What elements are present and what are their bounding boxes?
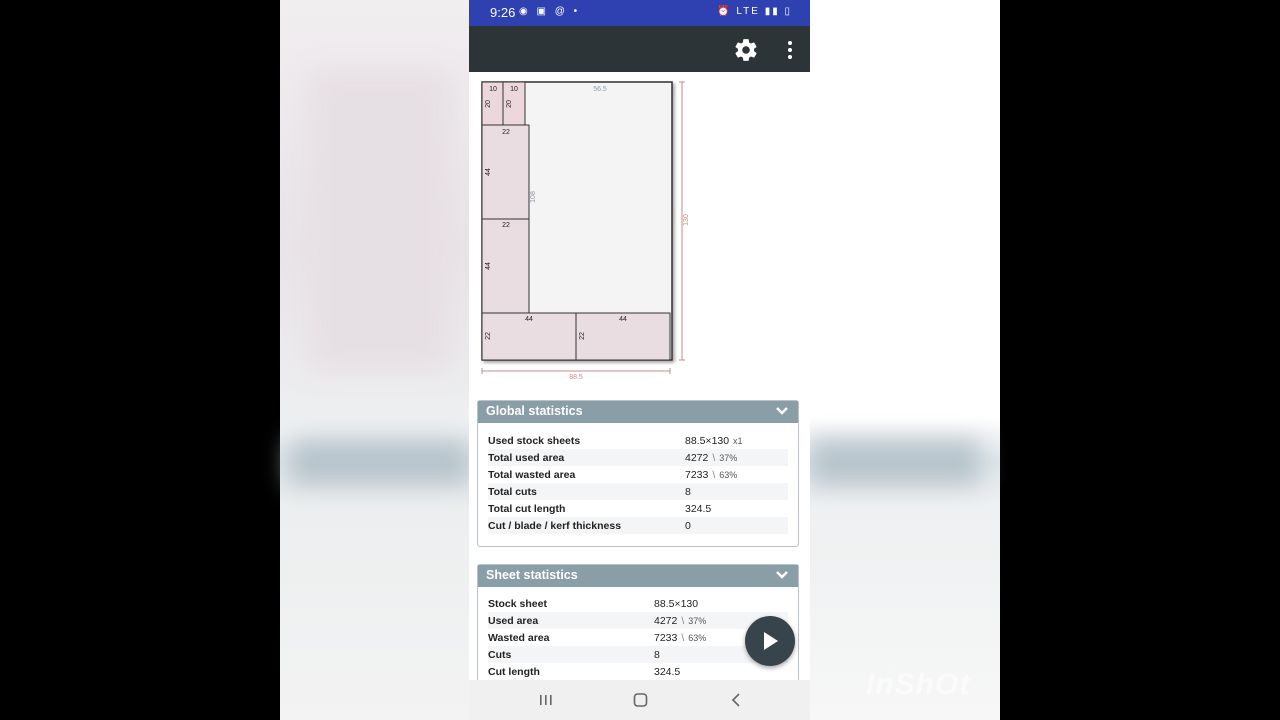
video-frame: 9:26 ◉ ▣ @ • ⏰ LTE ▮▮ ▯ 10 20 10 20 22 4… <box>0 0 1280 720</box>
stat-label: Used stock sheets <box>488 435 581 447</box>
stat-label: Wasted area <box>488 632 550 644</box>
stat-percent: 63% <box>688 633 707 643</box>
global-statistics-header[interactable]: Global statistics <box>478 401 798 423</box>
stat-value: 324.5 <box>654 666 681 678</box>
piece-2-height: 20 <box>506 100 513 108</box>
piece-4-height: 44 <box>485 262 492 270</box>
sheet-height-label: 130 <box>683 214 690 226</box>
global-statistics-title: Global statistics <box>486 404 583 418</box>
stat-value-text: 4272 <box>685 452 709 464</box>
recent-apps-icon[interactable] <box>538 690 554 710</box>
stat-row-cut-length: Cut length 324.5 <box>488 663 788 680</box>
chevron-down-icon[interactable] <box>775 405 789 417</box>
stat-row-total-wasted-area: Total wasted area 7233 \ 63% <box>488 466 788 483</box>
stat-value-text: 88.5×130 <box>685 435 730 447</box>
back-icon[interactable] <box>729 690 743 710</box>
stat-row-cuts: Cuts 8 <box>488 646 788 663</box>
stat-value: 0 <box>685 520 691 532</box>
status-bar: 9:26 ◉ ▣ @ • ⏰ LTE ▮▮ ▯ <box>469 0 810 26</box>
home-icon[interactable] <box>632 690 650 710</box>
stat-percent: 37% <box>688 616 707 626</box>
sheet-statistics-header[interactable]: Sheet statistics <box>478 565 798 587</box>
blurred-background-left <box>280 0 470 720</box>
stat-value: 88.5×130 <box>654 598 699 610</box>
piece-5-height: 22 <box>485 332 492 340</box>
waste-height-label: 108 <box>530 191 537 203</box>
stat-label: Total wasted area <box>488 469 576 481</box>
stat-separator: \ <box>681 632 685 644</box>
piece-2-width: 10 <box>510 86 518 93</box>
stat-row-stock-sheet: Stock sheet 88.5×130 <box>488 595 788 612</box>
piece-5-width: 44 <box>525 316 533 323</box>
piece-6-height: 22 <box>579 332 586 340</box>
stat-label: Stock sheet <box>488 598 547 610</box>
piece-6-width: 44 <box>619 316 627 323</box>
stat-value-text: 4272 <box>654 615 678 627</box>
piece-1-height: 20 <box>485 100 492 108</box>
stat-value-text: 7233 <box>685 469 709 481</box>
piece-3-width: 22 <box>502 129 510 136</box>
sheet-width-label: 88.5 <box>569 374 583 381</box>
gear-icon[interactable] <box>733 37 759 63</box>
stat-value: 8 <box>685 486 691 498</box>
stat-label: Total cuts <box>488 486 537 498</box>
inshot-watermark: InShOt <box>866 668 971 701</box>
piece-3-height: 44 <box>485 168 492 176</box>
stat-extra: x1 <box>733 436 743 446</box>
stat-label: Cuts <box>488 649 512 661</box>
sheet-statistics-title: Sheet statistics <box>486 568 578 582</box>
piece-4-width: 22 <box>502 222 510 229</box>
stat-value: 8 <box>654 649 660 661</box>
stat-row-used-area: Used area 4272 \ 37% <box>488 612 788 629</box>
stat-value: 324.5 <box>685 503 712 515</box>
network-type: LTE <box>736 6 760 17</box>
stat-percent: 37% <box>719 453 738 463</box>
stat-value: 7233 \ 63% <box>654 632 706 644</box>
stat-value: 7233 \ 63% <box>685 469 737 481</box>
more-vert-icon[interactable] <box>782 39 798 61</box>
stat-row-total-cuts: Total cuts 8 <box>488 483 788 500</box>
stat-row-total-used-area: Total used area 4272 \ 37% <box>488 449 788 466</box>
stat-separator: \ <box>712 452 716 464</box>
cutting-layout-diagram: 10 20 10 20 22 44 22 44 44 22 44 22 56.5… <box>481 81 690 381</box>
play-button[interactable] <box>745 616 795 666</box>
stat-percent: 63% <box>719 470 738 480</box>
stat-row-used-stock-sheets: Used stock sheets 88.5×130 x1 <box>488 432 788 449</box>
stat-row-kerf-thickness: Cut / blade / kerf thickness 0 <box>488 517 788 534</box>
piece-1-width: 10 <box>489 86 497 93</box>
stat-value: 4272 \ 37% <box>685 452 737 464</box>
stat-label: Cut length <box>488 666 540 678</box>
global-statistics-panel: Global statistics Used stock sheets 88.5… <box>477 400 799 547</box>
stat-separator: \ <box>681 615 685 627</box>
android-nav-bar <box>469 680 810 720</box>
stat-value: 4272 \ 37% <box>654 615 706 627</box>
waste-width-label: 56.5 <box>593 86 607 93</box>
status-time: 9:26 <box>490 5 516 20</box>
stat-label: Cut / blade / kerf thickness <box>488 520 622 532</box>
stat-label: Used area <box>488 615 539 627</box>
phone-screen: 9:26 ◉ ▣ @ • ⏰ LTE ▮▮ ▯ 10 20 10 20 22 4… <box>469 0 810 720</box>
notification-icons: ◉ ▣ @ • <box>519 6 581 17</box>
stat-row-total-cut-length: Total cut length 324.5 <box>488 500 788 517</box>
stat-value: 88.5×130 x1 <box>685 435 743 447</box>
app-bar <box>469 26 810 72</box>
stat-label: Total used area <box>488 452 565 464</box>
stat-value-text: 7233 <box>654 632 678 644</box>
stat-separator: \ <box>712 469 716 481</box>
stat-label: Total cut length <box>488 503 566 515</box>
play-icon <box>764 632 778 650</box>
stat-row-wasted-area: Wasted area 7233 \ 63% <box>488 629 788 646</box>
system-status-icons: ⏰ LTE ▮▮ ▯ <box>717 6 792 17</box>
chevron-down-icon[interactable] <box>775 569 789 581</box>
blurred-background-right <box>810 0 1000 720</box>
